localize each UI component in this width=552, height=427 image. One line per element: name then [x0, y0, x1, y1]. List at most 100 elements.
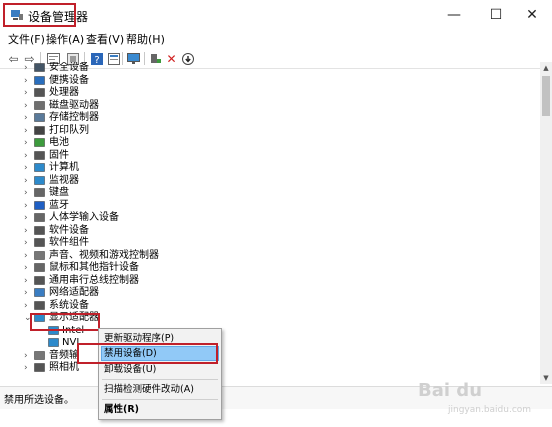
tree-row[interactable]: › 存储控制器 — [0, 112, 540, 125]
expand-arrow-icon[interactable]: › — [24, 175, 28, 187]
tree-row[interactable]: › 安全设备 — [0, 62, 540, 75]
ctx-properties[interactable]: 属性(R) — [99, 402, 221, 417]
tree-row-label: 软件设备 — [49, 224, 89, 236]
tree-row[interactable]: › 鼠标和其他指针设备 — [0, 262, 540, 275]
tree-row[interactable]: › 磁盘驱动器 — [0, 100, 540, 113]
tree-row[interactable]: › 声音、视频和游戏控制器 — [0, 250, 540, 263]
tree-row-label: 固件 — [49, 149, 69, 161]
tree-row[interactable]: › 监视器 — [0, 175, 540, 188]
security-device-icon — [34, 63, 45, 72]
tree-row[interactable]: › 电池 — [0, 137, 540, 150]
watermark-subtext: jingyan.baidu.com — [448, 405, 532, 415]
display-adapter-highlight-box — [30, 313, 100, 331]
tree-row[interactable]: › 计算机 — [0, 162, 540, 175]
tree-row-label: 安全设备 — [49, 62, 89, 73]
tree-row-label: 鼠标和其他指针设备 — [49, 262, 139, 273]
software-component-icon — [34, 238, 45, 247]
vertical-scrollbar[interactable]: ▲ ▼ — [540, 62, 552, 384]
tree-row-label: 音频输 — [49, 349, 79, 361]
expand-arrow-icon[interactable]: › — [24, 162, 28, 174]
monitor-icon — [34, 175, 45, 185]
tree-row[interactable]: › 软件组件 — [0, 237, 540, 250]
expand-arrow-icon[interactable]: › — [24, 287, 28, 299]
tree-row-label: 软件组件 — [49, 237, 89, 248]
menu-view[interactable]: 查看(V) — [86, 31, 124, 47]
expand-arrow-icon[interactable]: › — [24, 350, 28, 362]
sound-icon — [34, 250, 45, 260]
tree-row[interactable]: › 软件设备 — [0, 225, 540, 238]
minimize-button[interactable]: — — [438, 4, 470, 26]
close-button[interactable]: ✕ — [516, 4, 548, 26]
maximize-button[interactable]: ☐ — [480, 4, 512, 26]
print-queue-icon — [34, 125, 45, 135]
processor-icon — [34, 88, 45, 97]
expand-arrow-icon[interactable]: › — [24, 200, 28, 212]
menu-file[interactable]: 文件(F) — [8, 31, 45, 47]
expand-arrow-icon[interactable]: › — [24, 262, 28, 274]
expand-arrow-icon[interactable]: › — [24, 300, 28, 312]
software-device-icon — [34, 225, 45, 235]
tree-row-label: 打印队列 — [49, 124, 89, 136]
expand-arrow-icon[interactable]: › — [24, 212, 28, 224]
device-tree: › 安全设备 › 便携设备 › 处理器 › 磁盘驱动器 › 存储控制器 › 打印队列 › 电池 › 固件 › 计算… — [0, 62, 540, 384]
bluetooth-icon — [34, 200, 45, 210]
tree-row[interactable]: › 便携设备 — [0, 75, 540, 88]
ctx-properties-label: 属性(R) — [104, 404, 139, 415]
tree-row[interactable]: › 系统设备 — [0, 300, 540, 313]
tree-row[interactable]: › 网络适配器 — [0, 287, 540, 300]
scroll-up-arrow-icon[interactable]: ▲ — [540, 62, 552, 74]
expand-arrow-icon[interactable]: › — [24, 125, 28, 137]
expand-arrow-icon[interactable]: › — [24, 187, 28, 199]
expand-arrow-icon[interactable]: › — [24, 225, 28, 237]
tree-row-label: 便携设备 — [49, 74, 89, 86]
expand-arrow-icon[interactable]: › — [24, 237, 28, 249]
expand-arrow-icon[interactable]: › — [24, 362, 28, 374]
expand-arrow-icon[interactable]: › — [24, 275, 28, 287]
tree-row-label: 处理器 — [49, 87, 79, 98]
scroll-down-arrow-icon[interactable]: ▼ — [540, 372, 552, 384]
gpu-icon — [48, 338, 59, 347]
context-menu: 更新驱动程序(P) 禁用设备(D) 卸载设备(U) 扫描检测硬件改动(A) 属性… — [98, 328, 222, 420]
tree-row-label: 存储控制器 — [49, 112, 99, 123]
expand-arrow-icon[interactable]: › — [24, 250, 28, 262]
expand-arrow-icon[interactable]: › — [24, 87, 28, 99]
tree-row-label: 磁盘驱动器 — [49, 99, 99, 111]
storage-controller-icon — [34, 113, 45, 122]
tree-row[interactable]: › 人体学输入设备 — [0, 212, 540, 225]
title-highlight-box — [3, 3, 76, 27]
watermark-text: Bai du — [418, 380, 483, 401]
tree-row[interactable]: › 键盘 — [0, 187, 540, 200]
tree-row[interactable]: › 固件 — [0, 150, 540, 163]
tree-row-label: 电池 — [49, 137, 69, 148]
tree-row-label: 网络适配器 — [49, 287, 99, 298]
tree-row[interactable]: › 处理器 — [0, 87, 540, 100]
tree-row-label: 通用串行总线控制器 — [49, 274, 139, 286]
mouse-icon — [34, 263, 45, 272]
expand-arrow-icon[interactable]: › — [24, 137, 28, 149]
ctx-scan-hardware[interactable]: 扫描检测硬件改动(A) — [99, 382, 221, 397]
ctx-scan-hardware-label: 扫描检测硬件改动(A) — [104, 384, 194, 395]
tree-row-label: 人体学输入设备 — [49, 212, 119, 223]
ctx-uninstall-device-label: 卸载设备(U) — [104, 364, 157, 375]
expand-arrow-icon[interactable]: › — [24, 150, 28, 162]
camera-icon — [34, 363, 45, 372]
expand-arrow-icon[interactable]: › — [24, 112, 28, 124]
expand-arrow-icon[interactable]: › — [24, 100, 28, 112]
tree-row-label: 照相机 — [49, 362, 79, 373]
tree-row[interactable]: › 通用串行总线控制器 — [0, 275, 540, 288]
tree-row[interactable]: › 打印队列 — [0, 125, 540, 138]
status-text: 禁用所选设备。 — [4, 395, 74, 406]
title-bar: 设备管理器 — ☐ ✕ — [0, 0, 552, 30]
audio-icon — [34, 350, 45, 360]
hid-icon — [34, 213, 45, 222]
tree-row[interactable]: › 蓝牙 — [0, 200, 540, 213]
expand-arrow-icon[interactable]: › — [24, 75, 28, 87]
expand-arrow-icon[interactable]: › — [24, 62, 28, 74]
menu-help[interactable]: 帮助(H) — [126, 31, 165, 47]
tree-row-label: 系统设备 — [49, 299, 89, 311]
ctx-uninstall-device[interactable]: 卸载设备(U) — [99, 362, 221, 377]
tree-row-label: 计算机 — [49, 162, 79, 173]
menu-action[interactable]: 操作(A) — [46, 31, 84, 47]
network-adapter-icon — [34, 288, 45, 297]
scroll-thumb[interactable] — [542, 76, 550, 116]
